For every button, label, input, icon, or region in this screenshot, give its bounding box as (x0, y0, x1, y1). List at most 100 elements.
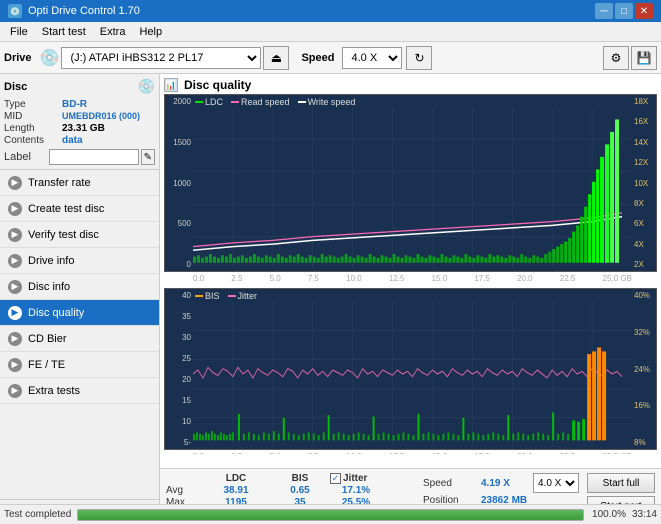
y-label-2000: 2000 (165, 97, 193, 106)
jitter-checkbox-row: ✓ Jitter (330, 473, 367, 484)
legend-bis: BIS (195, 291, 220, 301)
x-label-100: 10.0 (346, 274, 362, 283)
cd-bier-icon: ▶ (8, 332, 22, 346)
sidebar-item-disc-quality[interactable]: ▶ Disc quality (0, 300, 159, 326)
y-b-15: 15 (165, 396, 193, 405)
speed-select[interactable]: 4.0 X 2.0 X 8.0 X (342, 47, 402, 69)
bx-label-125: 12.5 (389, 452, 405, 454)
eject-button[interactable]: ⏏ (263, 46, 289, 70)
extra-tests-label: Extra tests (28, 385, 80, 397)
sidebar-item-drive-info[interactable]: ▶ Drive info (0, 248, 159, 274)
bx-label-150: 15.0 (432, 452, 448, 454)
sidebar-item-fe-te[interactable]: ▶ FE / TE (0, 352, 159, 378)
y-label-1000: 1000 (165, 179, 193, 188)
nav-menu: ▶ Transfer rate ▶ Create test disc ▶ Ver… (0, 170, 159, 404)
settings-button[interactable]: ⚙ (603, 46, 629, 70)
bis-legend-label: BIS (205, 291, 220, 301)
charts-wrapper: LDC Read speed Write speed 2000 (164, 94, 657, 450)
sidebar-item-verify-test-disc[interactable]: ▶ Verify test disc (0, 222, 159, 248)
x-label-225: 22.5 (560, 274, 576, 283)
x-label-0: 0.0 (193, 274, 204, 283)
contents-value: data (62, 135, 83, 146)
top-chart: LDC Read speed Write speed 2000 (164, 94, 657, 272)
refresh-button[interactable]: ↻ (406, 46, 432, 70)
label-input[interactable] (49, 149, 139, 165)
menu-extra[interactable]: Extra (94, 24, 132, 40)
chart-title-bar: 📊 Disc quality (164, 78, 657, 92)
contents-label: Contents (4, 135, 62, 146)
bx-label-225: 22.5 (560, 452, 576, 454)
disc-quality-label: Disc quality (28, 307, 84, 319)
y-label-500: 500 (165, 219, 193, 228)
jitter-col-header: Jitter (343, 473, 367, 484)
bx-label-175: 17.5 (474, 452, 490, 454)
close-button[interactable]: ✕ (635, 3, 653, 19)
disc-section-title: Disc (4, 81, 27, 93)
x-label-250-gb: 25.0 GB (603, 274, 632, 283)
bx-label-100: 10.0 (346, 452, 362, 454)
y-r-24pct: 24% (632, 365, 656, 374)
disc-info-icon: ▶ (8, 280, 22, 294)
y-right-18x: 18X (632, 97, 656, 106)
y-right-16x: 16X (632, 117, 656, 126)
sidebar-item-create-test-disc[interactable]: ▶ Create test disc (0, 196, 159, 222)
jitter-checkbox[interactable]: ✓ (330, 473, 341, 484)
type-label: Type (4, 99, 62, 110)
bis-col-header: BIS (274, 473, 326, 484)
minimize-button[interactable]: ─ (595, 3, 613, 19)
jitter-legend-dot (228, 295, 236, 297)
bottom-x-axis: 0.0 2.5 5.0 7.5 10.0 12.5 15.0 17.5 20.0… (193, 452, 632, 454)
disc-quality-icon: ▶ (8, 306, 22, 320)
menu-start-test[interactable]: Start test (36, 24, 92, 40)
menu-file[interactable]: File (4, 24, 34, 40)
sidebar-item-extra-tests[interactable]: ▶ Extra tests (0, 378, 159, 404)
app-icon: 💿 (8, 4, 22, 18)
ldc-legend-label: LDC (205, 97, 223, 107)
speed-stat-dropdown[interactable]: 4.0 X 2.0 X 8.0 X (533, 473, 579, 493)
content-area: 📊 Disc quality LDC Read speed (160, 74, 661, 524)
maximize-button[interactable]: □ (615, 3, 633, 19)
sidebar: Disc 💿 Type BD-R MID UMEBDR016 (000) Len… (0, 74, 160, 524)
write-speed-legend-dot (298, 101, 306, 103)
y-b-5: 5- (165, 438, 193, 447)
top-chart-legend: LDC Read speed Write speed (195, 97, 355, 107)
avg-bis: 0.65 (274, 485, 326, 496)
length-label: Length (4, 123, 62, 134)
progress-track (77, 509, 584, 521)
save-button[interactable]: 💾 (631, 46, 657, 70)
avg-jitter: 17.1% (330, 485, 382, 496)
bx-label-25: 2.5 (231, 452, 242, 454)
extra-tests-icon: ▶ (8, 384, 22, 398)
y-right-8x: 8X (632, 199, 656, 208)
bottom-bar: Test completed 100.0% 33:14 (0, 504, 661, 524)
main-content: Disc 💿 Type BD-R MID UMEBDR016 (000) Len… (0, 74, 661, 524)
x-label-50: 5.0 (270, 274, 281, 283)
menu-bar: File Start test Extra Help (0, 22, 661, 42)
legend-write-speed: Write speed (298, 97, 356, 107)
jitter-legend-label: Jitter (238, 291, 258, 301)
menu-help[interactable]: Help (133, 24, 168, 40)
toolbar: Drive 💿 (J:) ATAPI iHBS312 2 PL17 ⏏ Spee… (0, 42, 661, 74)
y-r-16pct: 16% (632, 401, 656, 410)
y-right-4x: 4X (632, 240, 656, 249)
drive-info-label: Drive info (28, 255, 74, 267)
fe-te-label: FE / TE (28, 359, 65, 371)
chart-container: 📊 Disc quality LDC Read speed (160, 74, 661, 454)
bottom-chart-y-right: 40% 32% 24% 16% 8% (632, 289, 656, 449)
progress-fill (78, 510, 583, 520)
x-label-125: 12.5 (389, 274, 405, 283)
y-b-30: 30 (165, 333, 193, 342)
x-label-150: 15.0 (432, 274, 448, 283)
start-full-button[interactable]: Start full (587, 473, 655, 493)
sidebar-item-disc-info[interactable]: ▶ Disc info (0, 274, 159, 300)
sidebar-item-cd-bier[interactable]: ▶ CD Bier (0, 326, 159, 352)
progress-pct: 100.0% (590, 509, 626, 520)
y-label-0: 0 (165, 260, 193, 269)
sidebar-item-transfer-rate[interactable]: ▶ Transfer rate (0, 170, 159, 196)
bx-label-75: 7.5 (308, 452, 319, 454)
label-edit-button[interactable]: ✎ (141, 149, 155, 165)
cd-bier-label: CD Bier (28, 333, 67, 345)
read-speed-legend-label: Read speed (241, 97, 290, 107)
drive-select[interactable]: (J:) ATAPI iHBS312 2 PL17 (61, 47, 261, 69)
create-test-disc-label: Create test disc (28, 203, 104, 215)
